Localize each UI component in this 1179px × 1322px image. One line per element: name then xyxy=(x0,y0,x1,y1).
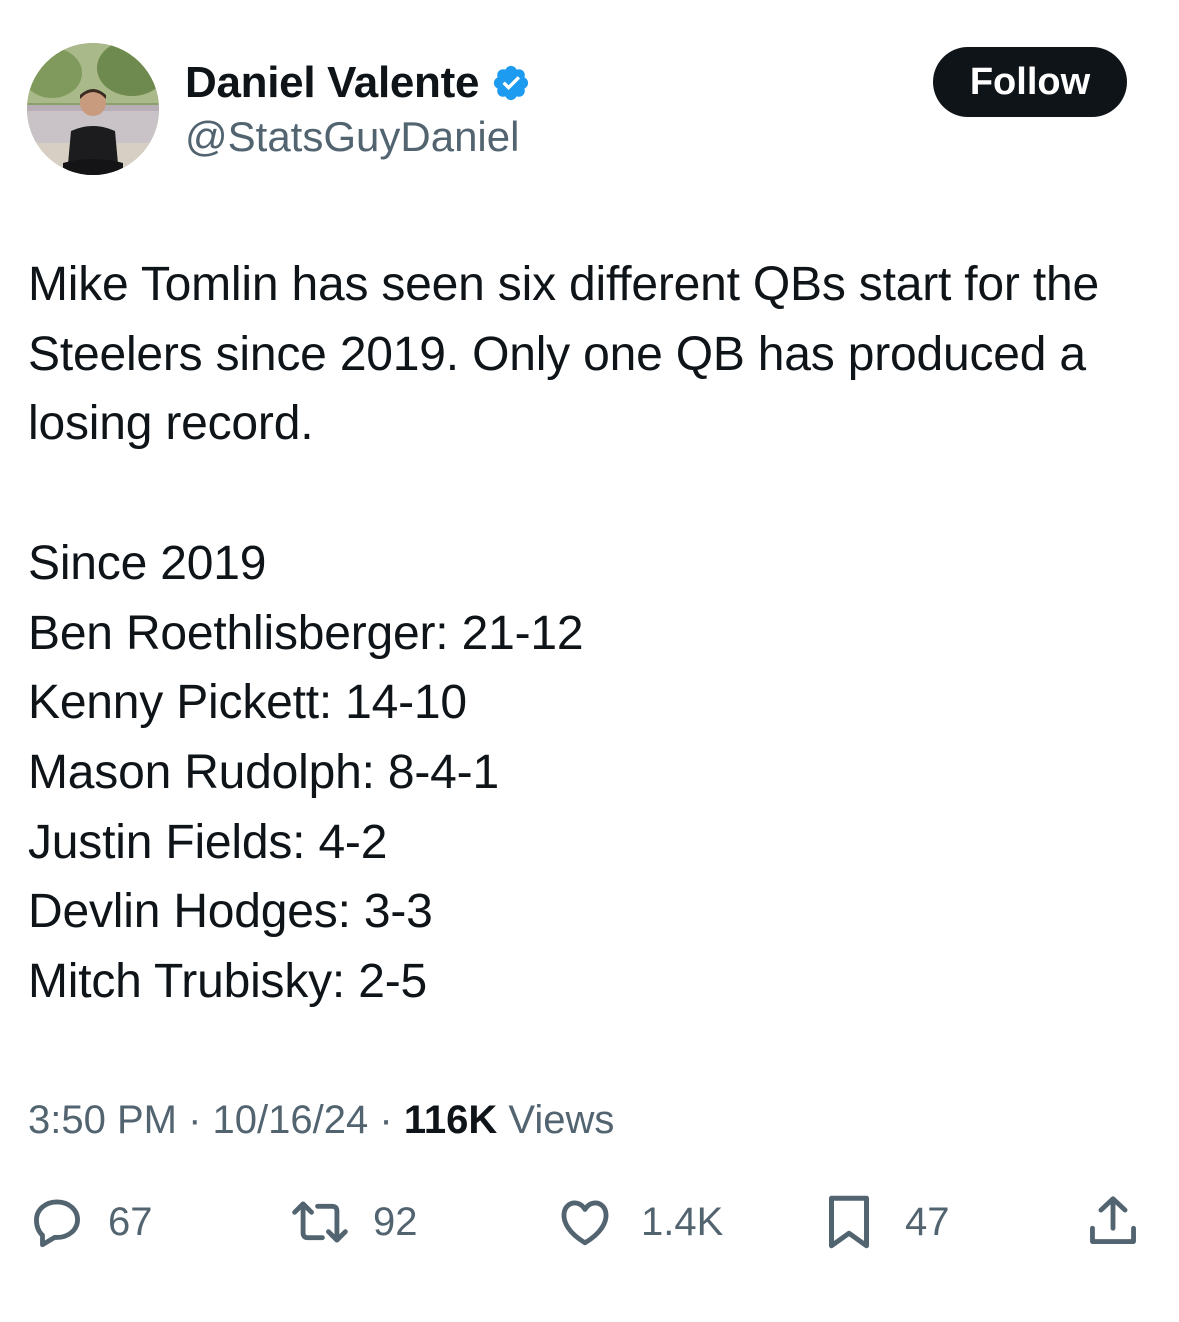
follow-button[interactable]: Follow xyxy=(933,47,1127,117)
author-handle[interactable]: @StatsGuyDaniel xyxy=(185,112,519,162)
tweet-time[interactable]: 3:50 PM xyxy=(28,1098,177,1142)
avatar-image xyxy=(27,43,159,175)
reply-button[interactable]: 67 xyxy=(28,1192,153,1252)
share-button[interactable] xyxy=(1084,1192,1142,1250)
tweet-line: Mike Tomlin has seen six different QBs s… xyxy=(28,258,1099,451)
tweet-line: Ben Roethlisberger: 21-12 xyxy=(28,606,584,660)
tweet-text: Mike Tomlin has seen six different QBs s… xyxy=(28,250,1148,1017)
verified-badge-icon xyxy=(494,65,529,101)
reply-count: 67 xyxy=(108,1200,153,1244)
tweet-line: Mitch Trubisky: 2-5 xyxy=(28,955,427,1009)
views-label: Views xyxy=(508,1098,615,1142)
meta-separator: · xyxy=(188,1098,202,1142)
tweet-date[interactable]: 10/16/24 xyxy=(213,1098,369,1142)
like-button[interactable]: 1.4K xyxy=(555,1192,723,1252)
views-count: 116K xyxy=(403,1098,498,1142)
bookmark-count: 47 xyxy=(905,1200,950,1244)
tweet-line: Mason Rudolph: 8-4-1 xyxy=(28,745,499,799)
avatar[interactable] xyxy=(27,43,159,175)
repost-button[interactable]: 92 xyxy=(287,1192,418,1252)
bookmark-button[interactable]: 47 xyxy=(823,1192,950,1252)
tweet-line: Devlin Hodges: 3-3 xyxy=(28,885,433,939)
tweet-line: Kenny Pickett: 14-10 xyxy=(28,676,467,730)
tweet-line: Since 2019 xyxy=(28,536,267,590)
display-name[interactable]: Daniel Valente xyxy=(185,57,479,109)
tweet-meta: 3:50 PM · 10/16/24 · 116K Views xyxy=(28,1095,614,1145)
author-name-row[interactable]: Daniel Valente xyxy=(185,57,531,109)
repost-icon xyxy=(292,1201,348,1243)
reply-icon xyxy=(34,1199,80,1248)
share-icon xyxy=(1090,1196,1136,1244)
repost-count: 92 xyxy=(373,1200,418,1244)
heart-icon xyxy=(561,1200,609,1246)
like-count: 1.4K xyxy=(641,1200,724,1244)
meta-separator: · xyxy=(379,1098,393,1142)
bookmark-icon xyxy=(829,1195,869,1249)
tweet-line: Justin Fields: 4-2 xyxy=(28,815,388,869)
